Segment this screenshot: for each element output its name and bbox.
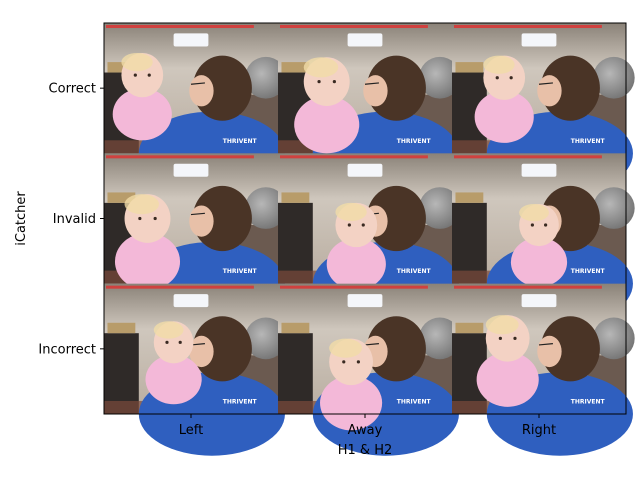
shirt-logo-text: THRIVENT [571,138,606,145]
watermark-strip [106,285,254,289]
shirt-logo-text: THRIVENT [397,399,432,406]
y-tick-label: Incorrect [38,342,96,357]
shirt-logo-text: THRIVENT [223,268,258,275]
y-axis-label: iCatcher [14,191,29,246]
x-tick-label: Right [522,423,556,438]
y-tick-label: Invalid [53,212,96,227]
shirt-logo-text: THRIVENT [571,268,606,275]
x-tick-label: Away [348,423,383,438]
shirt-logo-text: THRIVENT [223,399,258,406]
watermark-strip [280,25,428,28]
shirt-logo-text: THRIVENT [397,138,432,145]
watermark-strip [280,155,428,159]
shirt-logo-text: THRIVENT [397,268,432,275]
watermark-strip [106,155,254,159]
watermark-strip [280,285,428,289]
shirt-logo-text: THRIVENT [571,399,606,406]
y-axis: Correct Invalid Incorrect [38,82,104,357]
watermark-strip [106,25,254,28]
chart-canvas: THRIVENT THRIVENT THRIVENT THRIVENT THRIVENT… [14,22,635,458]
shirt-logo-text: THRIVENT [223,138,258,145]
x-tick-label: Left [179,423,203,438]
y-tick-label: Correct [49,82,96,97]
watermark-strip [454,285,602,289]
plot-area: THRIVENT THRIVENT THRIVENT THRIVENT THRIVENT… [103,22,635,456]
x-axis-label: H1 & H2 [338,443,393,458]
watermark-strip [454,25,602,28]
watermark-strip [454,155,602,159]
